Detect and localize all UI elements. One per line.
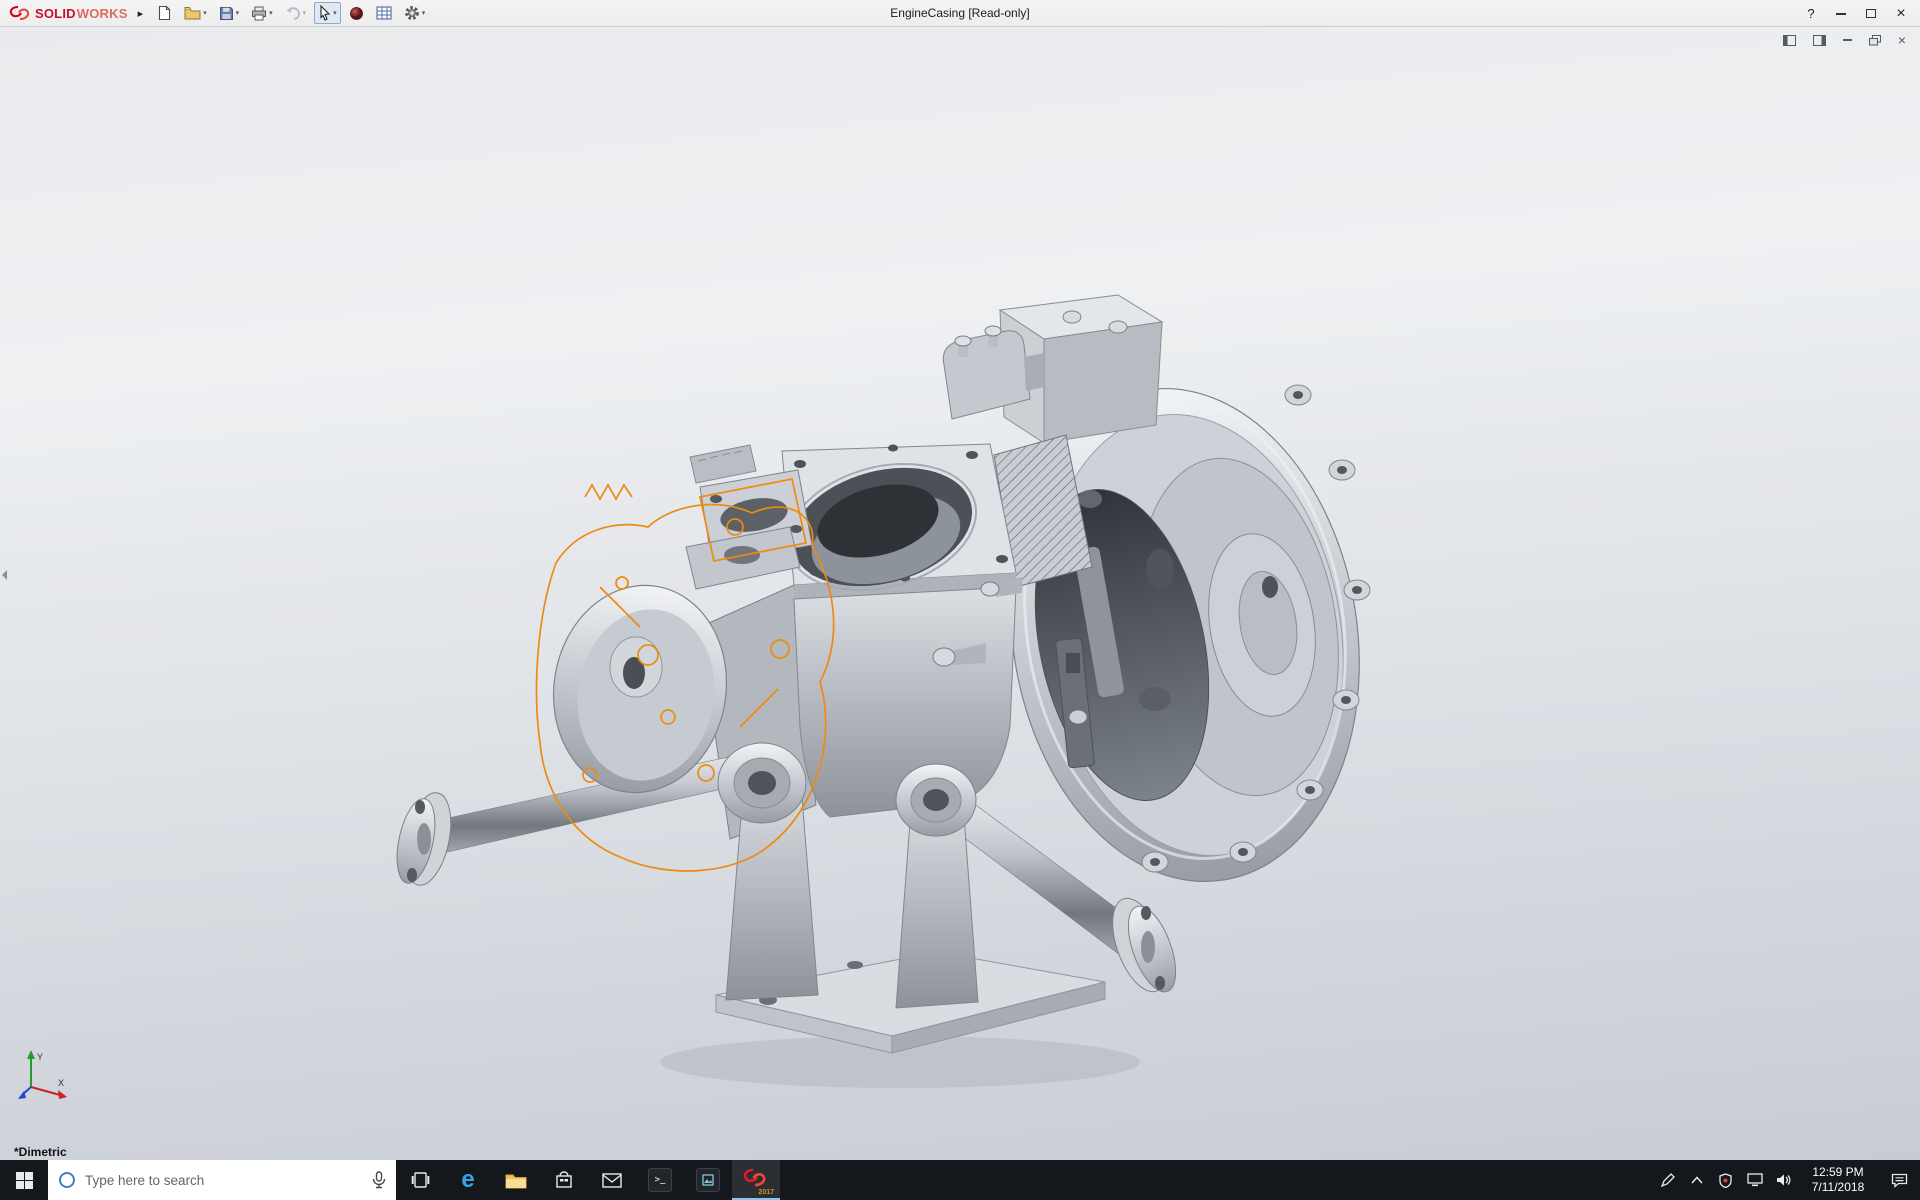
undo-button[interactable]: ▾ xyxy=(281,2,311,24)
shield-icon xyxy=(1719,1173,1732,1188)
top-bracket-assembly[interactable] xyxy=(943,295,1162,443)
maximize-icon xyxy=(1866,9,1876,18)
tray-overflow-button[interactable] xyxy=(1682,1160,1711,1200)
taskbar-search[interactable] xyxy=(48,1160,396,1200)
open-folder-icon xyxy=(184,6,201,20)
solidworks-year-badge: 2017 xyxy=(758,1189,774,1196)
new-document-icon xyxy=(157,5,172,21)
network-icon xyxy=(1747,1173,1763,1187)
photos-app-button[interactable] xyxy=(684,1160,732,1200)
triad-x-label: X xyxy=(58,1078,64,1088)
graphics-viewport[interactable]: × xyxy=(0,27,1920,1160)
undo-dropdown-arrow[interactable]: ▾ xyxy=(303,9,307,17)
task-view-button[interactable] xyxy=(396,1160,444,1200)
search-input[interactable] xyxy=(85,1173,363,1188)
mail-icon xyxy=(602,1173,622,1188)
microphone-icon[interactable] xyxy=(372,1171,386,1189)
taskbar-spacer xyxy=(780,1160,1653,1200)
chevron-up-icon xyxy=(1691,1176,1703,1184)
select-tool-button[interactable]: ▾ xyxy=(314,2,341,24)
window-controls: ? × xyxy=(1796,0,1916,27)
logo-text-works: WORKS xyxy=(77,6,128,21)
task-view-icon xyxy=(411,1172,430,1188)
windows-taskbar: e >_ xyxy=(0,1160,1920,1200)
open-dropdown-arrow[interactable]: ▾ xyxy=(203,9,207,17)
maximize-button[interactable] xyxy=(1856,0,1886,27)
edge-button[interactable]: e xyxy=(444,1160,492,1200)
help-button[interactable]: ? xyxy=(1796,0,1826,27)
save-dropdown-arrow[interactable]: ▾ xyxy=(236,9,240,17)
open-button[interactable]: ▾ xyxy=(180,2,211,24)
solidworks-logo: SOLID WORKS xyxy=(0,5,134,21)
minimize-icon xyxy=(1836,13,1846,15)
console-icon: >_ xyxy=(648,1168,672,1192)
mail-button[interactable] xyxy=(588,1160,636,1200)
security-tray-button[interactable] xyxy=(1711,1160,1740,1200)
print-icon xyxy=(251,6,267,21)
view-orientation-label: *Dimetric xyxy=(14,1145,67,1159)
evaluate-grid-icon xyxy=(376,6,392,20)
print-dropdown-arrow[interactable]: ▾ xyxy=(269,9,273,17)
solidworks-app-button[interactable]: 2017 xyxy=(732,1160,780,1200)
save-icon xyxy=(219,6,234,21)
appearance-button[interactable] xyxy=(345,2,368,24)
triad-y-label: Y xyxy=(37,1052,43,1062)
solidworks-logo-icon xyxy=(8,5,32,21)
left-support-stand[interactable] xyxy=(718,743,818,1000)
save-button[interactable]: ▾ xyxy=(215,2,244,24)
store-button[interactable] xyxy=(540,1160,588,1200)
evaluate-button[interactable] xyxy=(372,2,396,24)
file-explorer-button[interactable] xyxy=(492,1160,540,1200)
cortana-icon xyxy=(58,1171,76,1189)
pen-icon xyxy=(1660,1173,1675,1188)
orientation-triad[interactable]: Y X xyxy=(16,1048,70,1102)
options-dropdown-arrow[interactable]: ▾ xyxy=(422,9,426,17)
action-center-icon xyxy=(1891,1173,1908,1188)
left-shaft[interactable] xyxy=(390,749,765,889)
app-titlebar: SOLID WORKS ▸ ▾ xyxy=(0,0,1920,27)
console-app-button[interactable]: >_ xyxy=(636,1160,684,1200)
select-dropdown-arrow[interactable]: ▾ xyxy=(333,9,337,17)
taskbar-clock[interactable]: 12:59 PM 7/11/2018 xyxy=(1798,1160,1878,1200)
start-icon xyxy=(16,1172,33,1189)
pen-tray-button[interactable] xyxy=(1653,1160,1682,1200)
volume-icon xyxy=(1776,1173,1792,1187)
new-document-button[interactable] xyxy=(153,2,176,24)
print-button[interactable]: ▾ xyxy=(247,2,277,24)
volume-tray-button[interactable] xyxy=(1769,1160,1798,1200)
desktop: SOLID WORKS ▸ ▾ xyxy=(0,0,1920,1200)
network-tray-button[interactable] xyxy=(1740,1160,1769,1200)
undo-icon xyxy=(285,6,301,20)
appearance-sphere-icon xyxy=(349,6,364,21)
quick-access-toolbar: ▾ ▾ ▾ xyxy=(153,2,429,24)
clock-time: 12:59 PM xyxy=(1812,1165,1863,1180)
options-button[interactable]: ▾ xyxy=(400,2,430,24)
right-support-stand[interactable] xyxy=(896,764,978,1008)
file-explorer-icon xyxy=(505,1172,527,1189)
photos-icon xyxy=(696,1168,720,1192)
triad-y-arrow xyxy=(27,1050,35,1059)
menu-expand-arrow[interactable]: ▸ xyxy=(134,7,154,20)
close-button[interactable]: × xyxy=(1886,0,1916,27)
edge-icon: e xyxy=(461,1168,474,1192)
action-center-button[interactable] xyxy=(1878,1160,1920,1200)
store-icon xyxy=(555,1171,573,1189)
engine-casing-model[interactable] xyxy=(0,27,1920,1160)
clock-date: 7/11/2018 xyxy=(1812,1180,1865,1195)
options-gear-icon xyxy=(404,5,420,21)
minimize-button[interactable] xyxy=(1826,0,1856,27)
start-button[interactable] xyxy=(0,1160,48,1200)
triad-x-arrow xyxy=(58,1090,67,1099)
logo-text-solid: SOLID xyxy=(35,6,76,21)
select-cursor-icon xyxy=(318,5,331,21)
solidworks-icon xyxy=(742,1166,768,1188)
